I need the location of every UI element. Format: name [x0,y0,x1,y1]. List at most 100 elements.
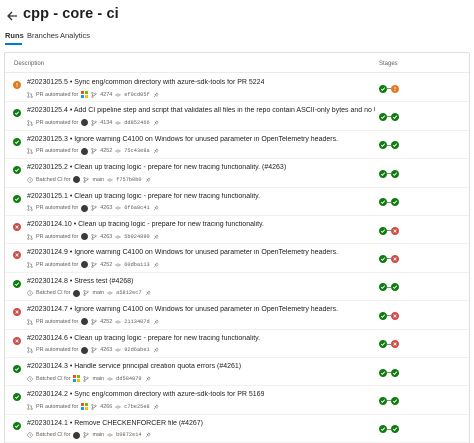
commit-hash[interactable]: 92d6abe1 [124,347,149,353]
stage-failed-icon[interactable] [391,340,399,349]
pull-request-number[interactable]: 4266 [100,404,112,410]
stages-indicator[interactable] [379,141,399,150]
run-title[interactable]: #20230125.3 • Ignore warning C4100 on Wi… [27,136,338,143]
commit-hash[interactable]: 5b924890 [124,234,149,240]
pin-icon[interactable] [153,205,159,211]
pin-icon[interactable] [153,404,159,410]
run-title[interactable]: #20230125.1 • Clean up tracing logic - p… [27,193,260,200]
stage-success-icon[interactable] [379,254,387,263]
branch-name[interactable]: main [92,376,104,382]
pin-icon[interactable] [145,375,151,382]
pin-icon[interactable] [145,177,151,183]
commit-hash[interactable]: ef0cd05f [124,92,149,98]
commit-hash[interactable]: b0872e14 [116,432,141,438]
run-row[interactable]: #20230124.1 • Remove CHECKENFORCER file … [5,415,469,443]
stages-indicator[interactable] [379,340,399,349]
commit-hash[interactable]: dd852466 [124,120,149,126]
stage-success-icon[interactable] [379,283,387,292]
commit-hash[interactable]: 60dba113 [124,262,149,268]
pull-request-number[interactable]: 4263 [100,234,112,240]
run-row[interactable]: #20230124.3 • Handle service principal c… [5,358,469,387]
stages-indicator[interactable] [379,396,399,405]
stage-success-icon[interactable] [379,141,387,150]
pin-icon[interactable] [145,432,151,438]
run-row[interactable]: #20230125.3 • Ignore warning C4100 on Wi… [5,131,469,160]
tab-branches[interactable]: Branches [27,31,59,40]
run-row[interactable]: #20230125.2 • Clean up tracing logic - p… [5,159,469,188]
run-title[interactable]: #20230124.3 • Handle service principal c… [27,363,241,370]
stage-success-icon[interactable] [379,112,387,121]
stages-indicator[interactable] [379,283,399,292]
run-row[interactable]: #20230124.10 • Clean up tracing logic - … [5,216,469,245]
stage-failed-icon[interactable] [391,254,399,263]
commit-hash[interactable]: a5812ec7 [116,290,141,296]
branch-name[interactable]: main [92,432,104,438]
run-row[interactable]: #20230125.1 • Clean up tracing logic - p… [5,188,469,216]
run-title[interactable]: #20230124.9 • Ignore warning C4100 on Wi… [27,249,338,256]
stage-success-icon[interactable] [391,283,399,292]
stage-success-icon[interactable] [379,84,387,93]
run-title[interactable]: #20230124.7 • Ignore warning C4100 on Wi… [27,306,338,313]
pull-request-number[interactable]: 4252 [100,262,112,268]
stages-indicator[interactable] [379,112,399,121]
stage-success-icon[interactable] [391,396,399,405]
stage-success-icon[interactable] [391,112,399,121]
stages-indicator[interactable] [379,84,399,93]
tab-analytics[interactable]: Analytics [60,31,90,40]
stages-indicator[interactable] [379,254,399,263]
commit-hash[interactable]: 6f6a8c41 [124,205,149,211]
pull-request-number[interactable]: 4274 [100,92,112,98]
stages-indicator[interactable] [379,198,399,207]
stage-warning-icon[interactable] [391,84,399,93]
pin-icon[interactable] [153,319,159,325]
branch-name[interactable]: main [92,177,104,183]
commit-hash[interactable]: 2113407d [124,319,149,325]
pin-icon[interactable] [153,262,159,268]
commit-hash[interactable]: 75c43e8a [124,148,149,154]
run-title[interactable]: #20230124.2 • Sync eng/common directory … [27,391,264,398]
run-title[interactable]: #20230125.5 • Sync eng/common directory … [27,79,264,86]
stages-indicator[interactable] [379,169,399,178]
stage-success-icon[interactable] [391,169,399,178]
tab-runs[interactable]: Runs [5,31,24,40]
back-arrow-icon[interactable] [6,9,18,21]
run-title[interactable]: #20230124.8 • Stress test (#4268) [27,278,133,285]
pin-icon[interactable] [145,290,151,296]
commit-hash[interactable]: c7be25e8 [124,404,149,410]
pull-request-number[interactable]: 4134 [100,120,112,126]
stages-indicator[interactable] [379,226,399,235]
commit-hash[interactable]: f757b0b0 [116,177,141,183]
run-title[interactable]: #20230124.1 • Remove CHECKENFORCER file … [27,420,203,427]
run-title[interactable]: #20230125.2 • Clean up tracing logic - p… [27,164,286,171]
pull-request-number[interactable]: 4252 [100,319,112,325]
stage-success-icon[interactable] [379,311,387,320]
stage-success-icon[interactable] [391,425,399,434]
run-title[interactable]: #20230124.10 • Clean up tracing logic - … [27,221,264,228]
pin-icon[interactable] [153,91,159,98]
stage-success-icon[interactable] [379,425,387,434]
commit-hash[interactable]: dd584879 [116,376,141,382]
stage-success-icon[interactable] [391,141,399,150]
run-row[interactable]: #20230125.4 • Add CI pipeline step and s… [5,102,469,131]
run-title[interactable]: #20230125.4 • Add CI pipeline step and s… [27,107,375,114]
stage-success-icon[interactable] [391,368,399,377]
stage-success-icon[interactable] [379,169,387,178]
stage-failed-icon[interactable] [391,311,399,320]
run-row[interactable]: #20230125.5 • Sync eng/common directory … [5,74,469,103]
stages-indicator[interactable] [379,368,399,377]
stage-success-icon[interactable] [379,340,387,349]
branch-name[interactable]: main [92,290,104,296]
stages-indicator[interactable] [379,311,399,320]
run-row[interactable]: #20230124.9 • Ignore warning C4100 on Wi… [5,244,469,273]
pin-icon[interactable] [153,120,159,126]
pull-request-number[interactable]: 4263 [100,347,112,353]
pull-request-number[interactable]: 4252 [100,148,112,154]
run-title[interactable]: #20230124.6 • Clean up tracing logic - p… [27,335,260,342]
stage-success-icon[interactable] [379,226,387,235]
pull-request-number[interactable]: 4263 [100,205,112,211]
stage-success-icon[interactable] [379,198,387,207]
pin-icon[interactable] [153,148,159,154]
pin-icon[interactable] [153,347,159,353]
run-row[interactable]: #20230124.6 • Clean up tracing logic - p… [5,330,469,358]
stage-success-icon[interactable] [391,198,399,207]
